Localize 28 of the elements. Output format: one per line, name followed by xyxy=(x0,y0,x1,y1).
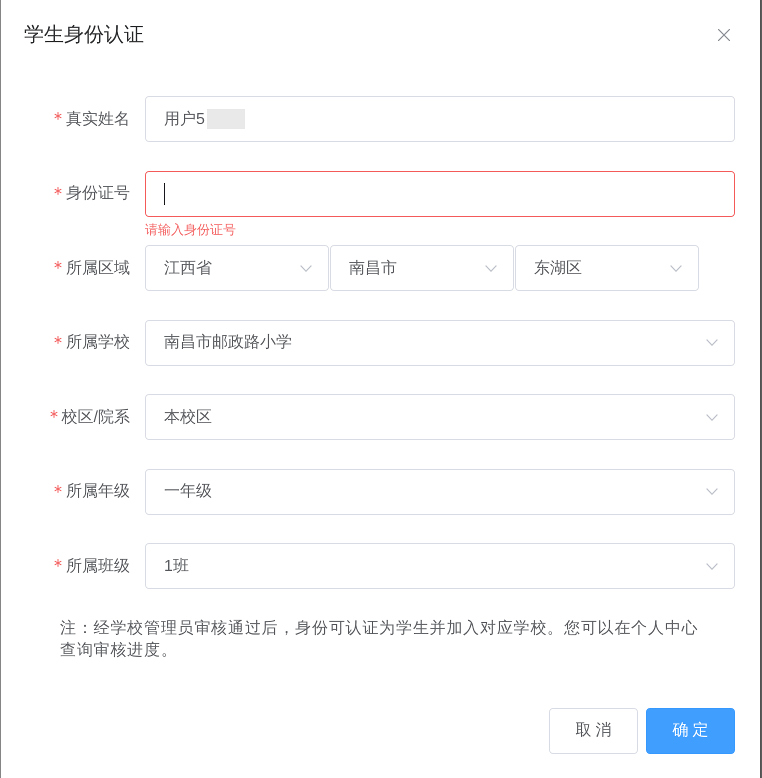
chevron-down-icon xyxy=(300,264,312,272)
chevron-down-icon xyxy=(485,264,497,272)
select-field[interactable]: 南昌市邮政路小学 xyxy=(145,320,735,366)
field-label: 所属学校 xyxy=(66,333,130,353)
chevron-down-icon xyxy=(706,562,718,570)
field-label: 校区/院系 xyxy=(62,408,130,428)
select-field[interactable]: 一年级 xyxy=(145,468,735,514)
select-field[interactable]: 东湖区 xyxy=(515,245,699,291)
select-field[interactable]: 江西省 xyxy=(145,245,329,291)
dialog-title: 学生身份认证 xyxy=(24,23,144,48)
error-message: 请输入身份证号 xyxy=(145,220,237,238)
field-label: 所属班级 xyxy=(66,556,130,576)
select-field[interactable]: 南昌市 xyxy=(330,245,514,291)
input-field[interactable]: 用户5 xyxy=(145,96,735,142)
chevron-down-icon xyxy=(670,264,682,272)
close-icon[interactable] xyxy=(718,29,730,41)
field-label: 所属区域 xyxy=(66,258,130,278)
field-label: 身份证号 xyxy=(66,184,130,204)
chevron-down-icon xyxy=(706,414,718,420)
input-field[interactable] xyxy=(145,170,735,216)
cancel-button[interactable]: 取 消 xyxy=(549,708,638,754)
select-field[interactable]: 1班 xyxy=(145,543,735,589)
field-label: 真实姓名 xyxy=(66,110,130,130)
note-text: 注：经学校管理员审核通过后，身份可认证为学生并加入对应学校。您可以在个人中心查询审核进度。 xyxy=(60,618,700,660)
field-label: 所属年级 xyxy=(66,482,130,502)
select-field[interactable]: 本校区 xyxy=(145,394,735,440)
chevron-down-icon xyxy=(706,488,718,495)
chevron-down-icon xyxy=(706,339,718,346)
